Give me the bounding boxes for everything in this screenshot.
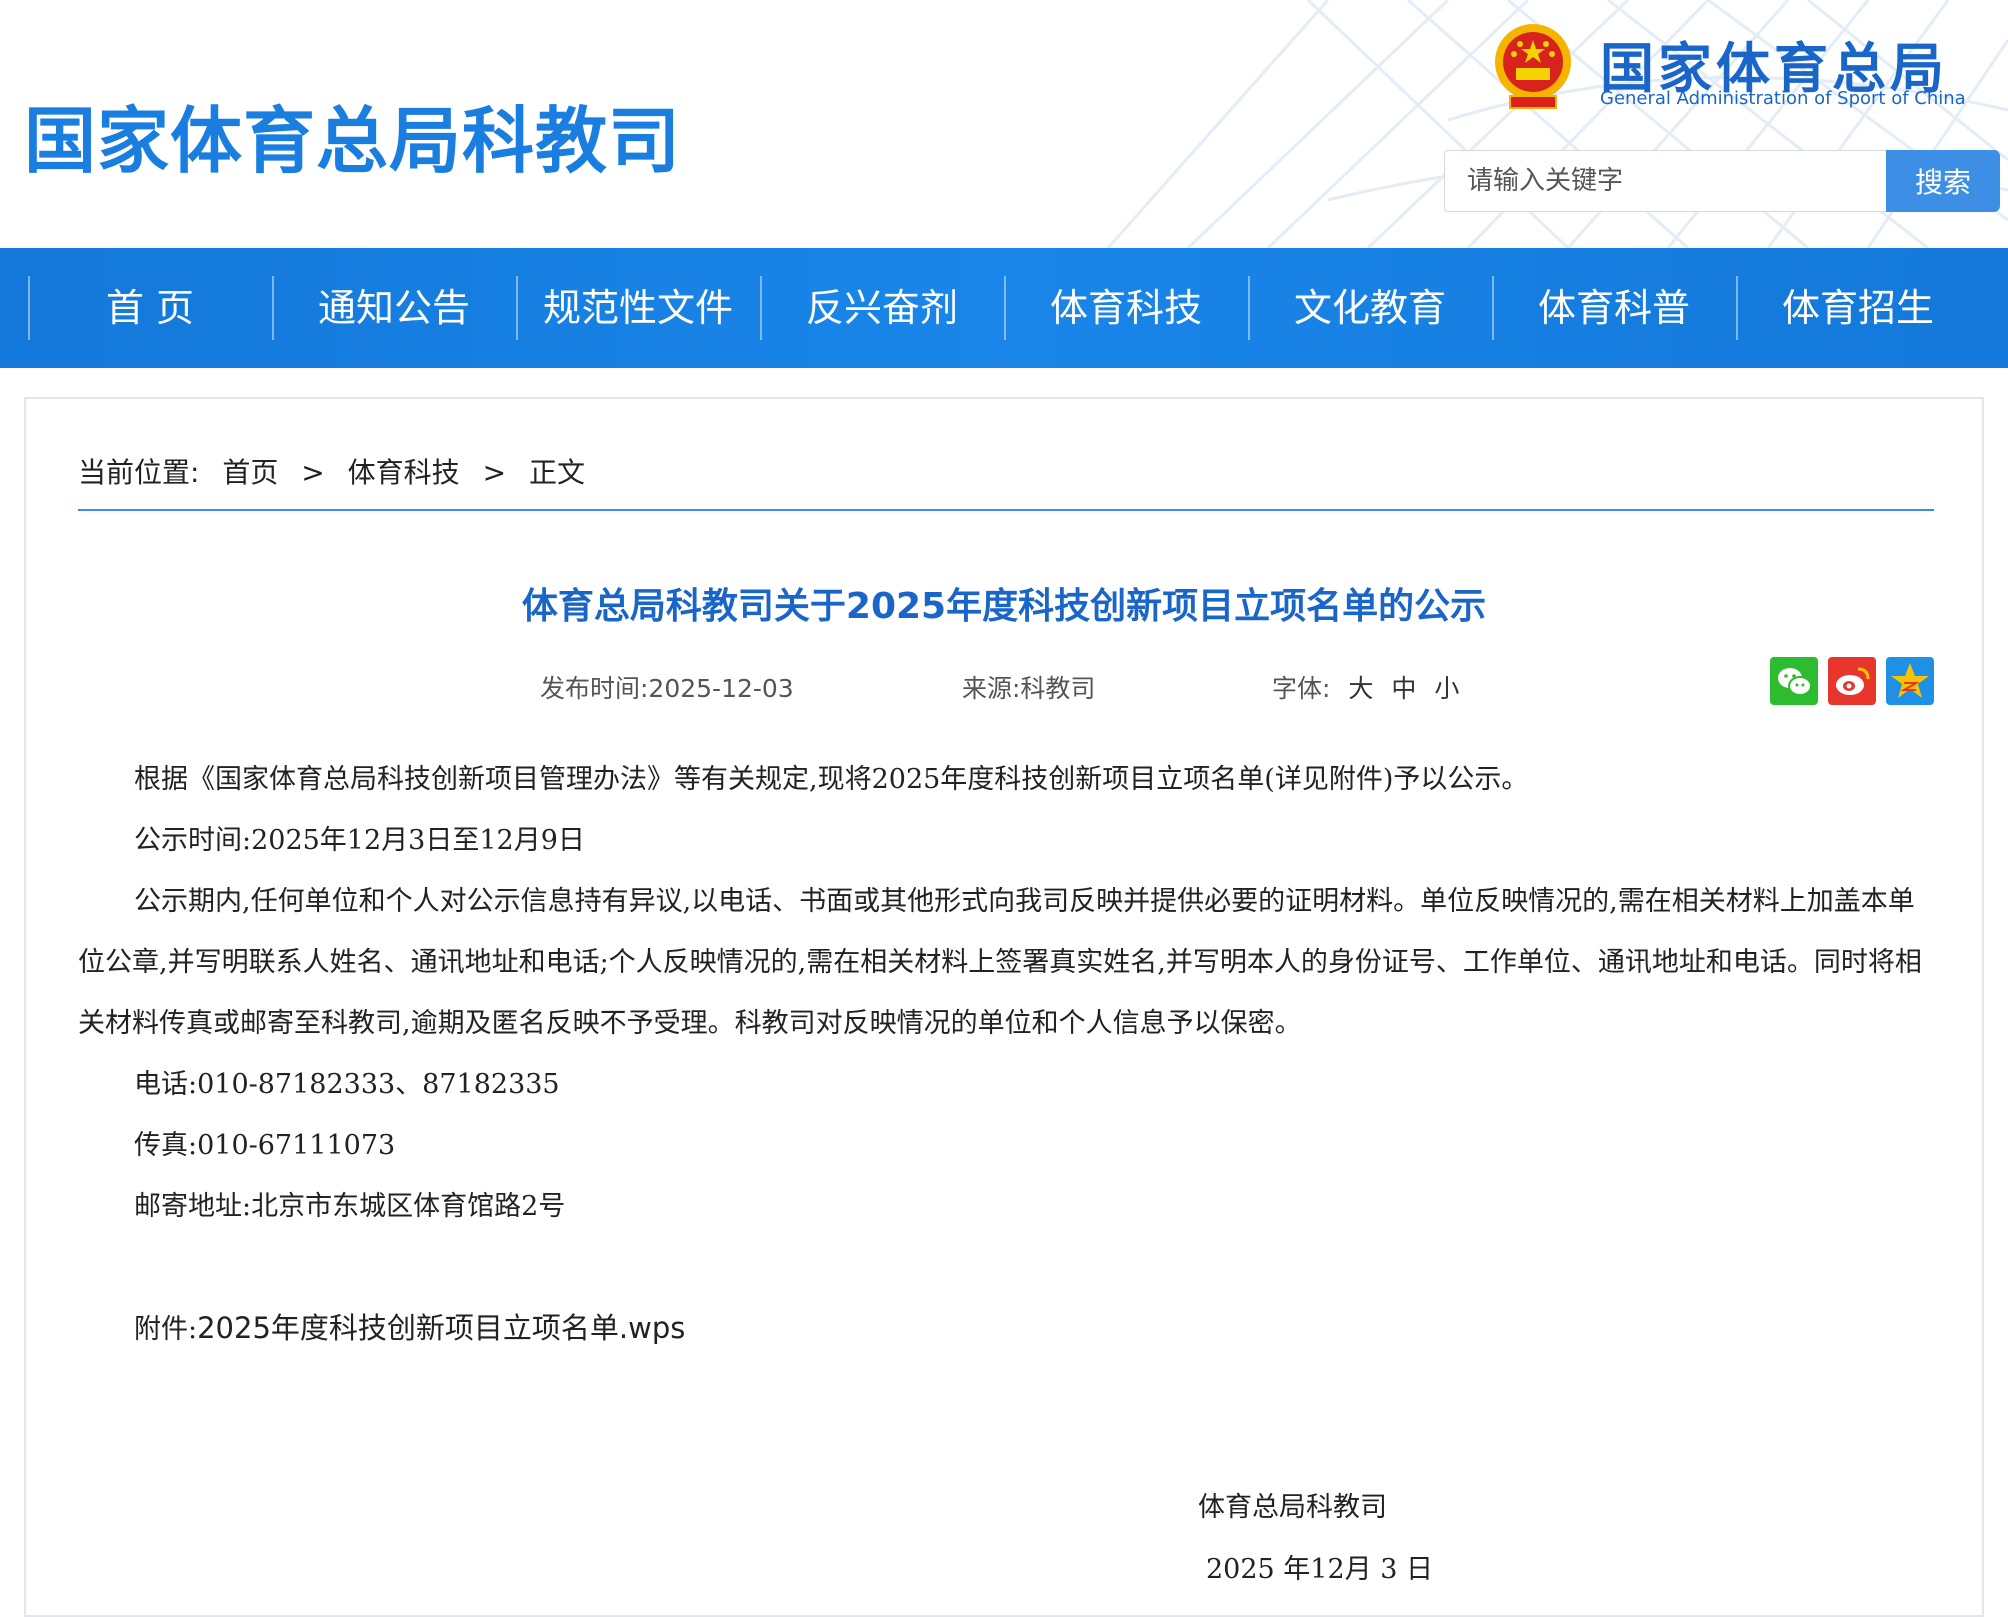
brand-name-en: General Administration of Sport of China [1600,88,1966,109]
wechat-icon[interactable] [1770,657,1818,705]
breadcrumb-home[interactable]: 首页 [222,456,278,489]
font-size-medium[interactable]: 中 [1391,674,1416,703]
national-emblem-icon [1495,24,1571,109]
paragraph: 公示时间:2025年12月3日至12月9日 [134,825,585,856]
nav-item-anti-doping[interactable]: 反兴奋剂 [760,248,1004,368]
font-size-selector: 字体: 大 中 小 [1272,669,1459,705]
breadcrumb-sports-tech[interactable]: 体育科技 [348,456,460,489]
breadcrumb-separator: > [301,456,325,489]
font-size-label: 字体: [1272,674,1331,703]
search-button[interactable]: 搜索 [1886,150,2000,212]
nav-item-admissions[interactable]: 体育招生 [1736,248,1980,368]
contact-address: 邮寄地址:北京市东城区体育馆路2号 [134,1191,566,1222]
qzone-icon[interactable] [1886,657,1934,705]
attachment: 附件:2025年度科技创新项目立项名单.wps [78,1298,1936,1360]
paragraph: 公示期内,任何单位和个人对公示信息持有异议,以电话、书面或其他形式向我司反映并提… [78,886,1922,1039]
nav-item-home[interactable]: 首 页 [28,248,272,368]
attachment-link[interactable]: 2025年度科技创新项目立项名单.wps [197,1311,685,1345]
nav-item-notices[interactable]: 通知公告 [272,248,516,368]
breadcrumb: 当前位置: 首页 > 体育科技 > 正文 [78,451,599,491]
nav-item-culture-education[interactable]: 文化教育 [1248,248,1492,368]
main-nav: 首 页 通知公告 规范性文件 反兴奋剂 体育科技 文化教育 体育科普 体育招生 [0,248,2008,368]
nav-item-science-popularization[interactable]: 体育科普 [1492,248,1736,368]
breadcrumb-prefix: 当前位置: [78,456,200,489]
font-size-small[interactable]: 小 [1434,674,1459,703]
nav-item-sports-tech[interactable]: 体育科技 [1004,248,1248,368]
article-source: 来源:科教司 [962,674,1096,703]
contact-phone: 电话:010-87182333、87182335 [134,1069,560,1100]
breadcrumb-current: 正文 [528,456,585,489]
weibo-icon[interactable] [1828,657,1876,705]
brand-logo[interactable]: 国家体育总局 General Administration of Sport o… [1492,22,1972,117]
content-panel: 当前位置: 首页 > 体育科技 > 正文 体育总局科教司关于2025年度科技创新… [24,397,1984,1617]
search-input[interactable] [1444,150,1888,212]
contact-fax: 传真:010-67111073 [134,1130,396,1161]
attachment-label: 附件: [134,1314,198,1345]
site-header: 国家体育总局科教司 国家体育总局 General Administration … [0,0,2008,248]
nav-item-regulations[interactable]: 规范性文件 [516,248,760,368]
signature-org: 体育总局科教司 [1198,1492,1387,1523]
breadcrumb-separator: > [482,456,507,489]
article-body: 根据《国家体育总局科技创新项目管理办法》等有关规定,现将2025年度科技创新项目… [78,749,1936,1360]
article-title: 体育总局科教司关于2025年度科技创新项目立项名单的公示 [521,586,1487,627]
publish-time: 发布时间:2025-12-03 [540,674,794,703]
search-box: 搜索 [1444,150,2000,214]
font-size-large[interactable]: 大 [1348,674,1373,703]
signature-date: 2025 年12月 3 日 [1206,1554,1433,1585]
paragraph: 根据《国家体育总局科技创新项目管理办法》等有关规定,现将2025年度科技创新项目… [134,764,1529,795]
breadcrumb-divider [78,509,1934,511]
site-title[interactable]: 国家体育总局科教司 [24,82,681,187]
